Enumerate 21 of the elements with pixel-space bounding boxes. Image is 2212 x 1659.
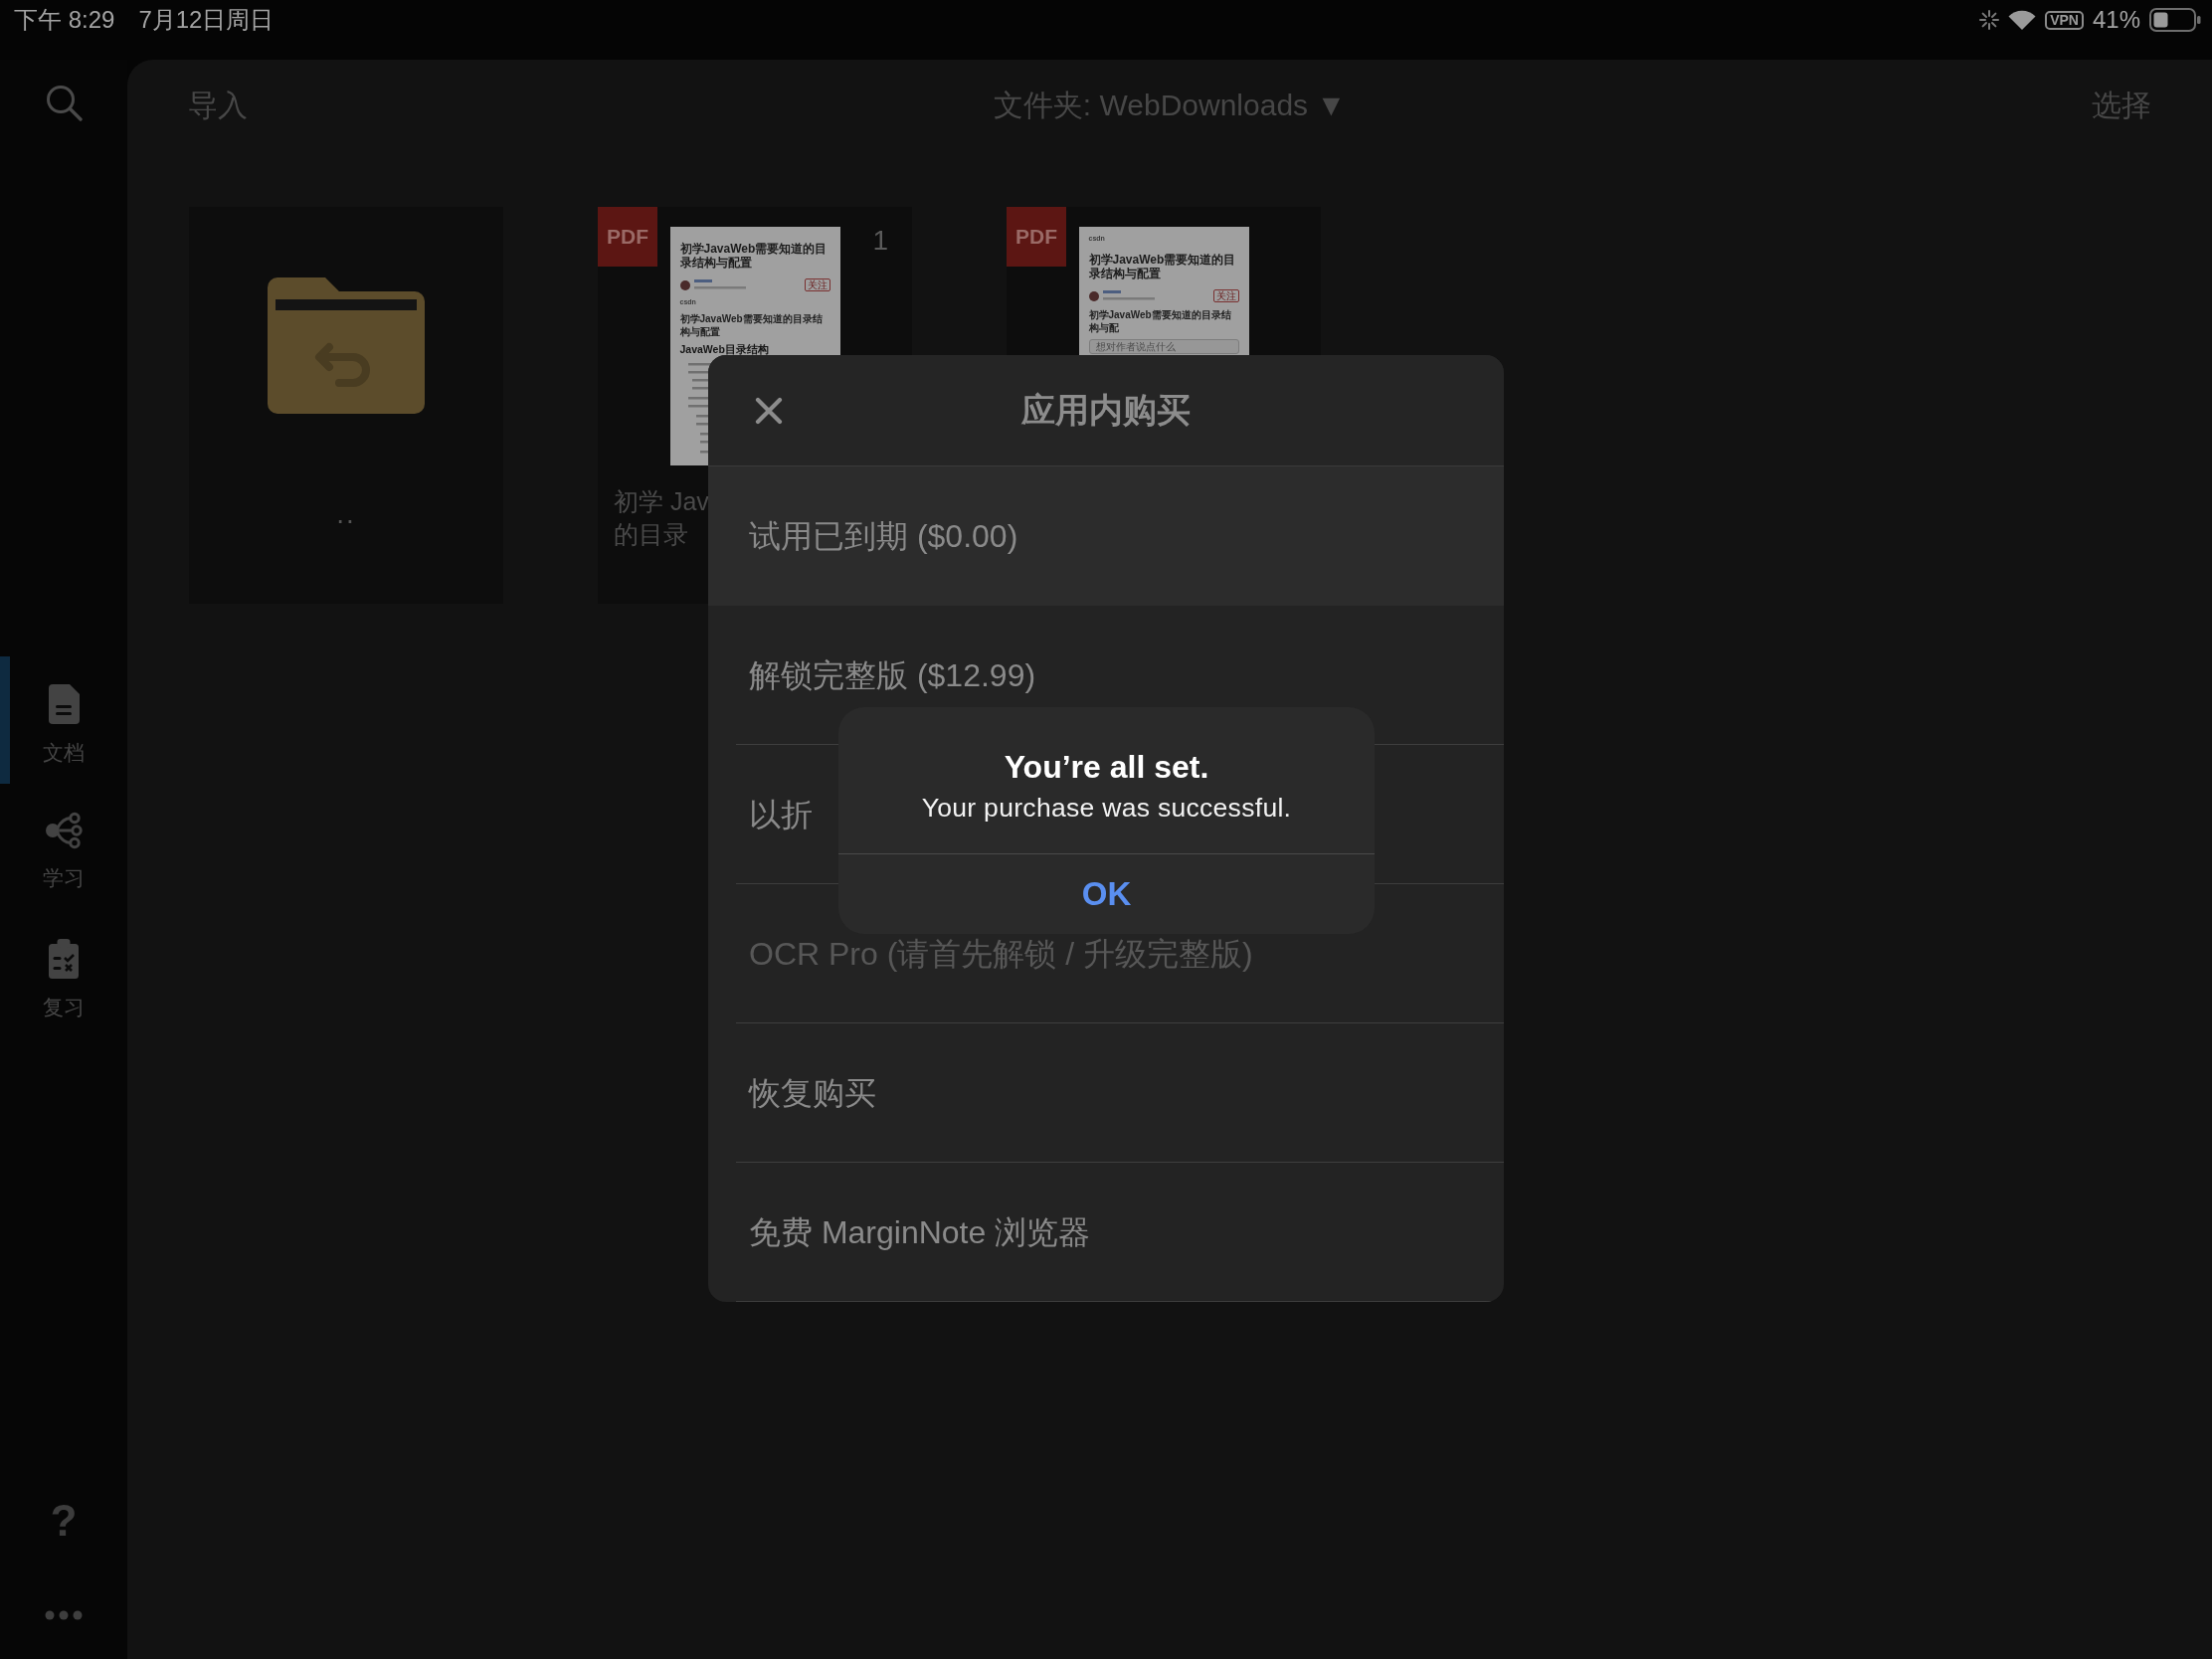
document-title: 初学JavaWeb需要知道的目录结构与配置	[679, 242, 829, 270]
battery-percent: 41%	[2092, 6, 2140, 34]
page-count: 1	[872, 225, 888, 257]
alert-title: You’re all set.	[1003, 749, 1210, 785]
alert-message: Your purchase was successful.	[920, 793, 1293, 824]
section-heading: 初学JavaWeb需要知道的目录结构与配置	[679, 312, 824, 338]
vpn-indicator: VPN	[2045, 10, 2084, 30]
section-subheading: JavaWeb目录结构	[679, 343, 769, 356]
file-name: 的目录	[614, 519, 689, 550]
status-time: 下午 8:29	[14, 6, 115, 34]
folder-name: ..	[336, 499, 356, 529]
follow-button: 关注	[804, 278, 830, 291]
follow-button: 关注	[1212, 289, 1239, 302]
file-name: 初学 Jav	[614, 486, 709, 517]
status-date: 7月12日周日	[138, 6, 275, 34]
sheet-title: 应用内购买	[1021, 389, 1191, 431]
document-title: 初学JavaWeb需要知道的目录结构与配置	[1088, 253, 1237, 280]
pdf-badge: PDF	[1007, 207, 1066, 267]
comment-field: 想对作者说点什么	[1088, 339, 1239, 354]
pdf-badge: PDF	[598, 207, 657, 267]
section-heading: 初学JavaWeb需要知道的目录结构与配	[1088, 308, 1232, 334]
